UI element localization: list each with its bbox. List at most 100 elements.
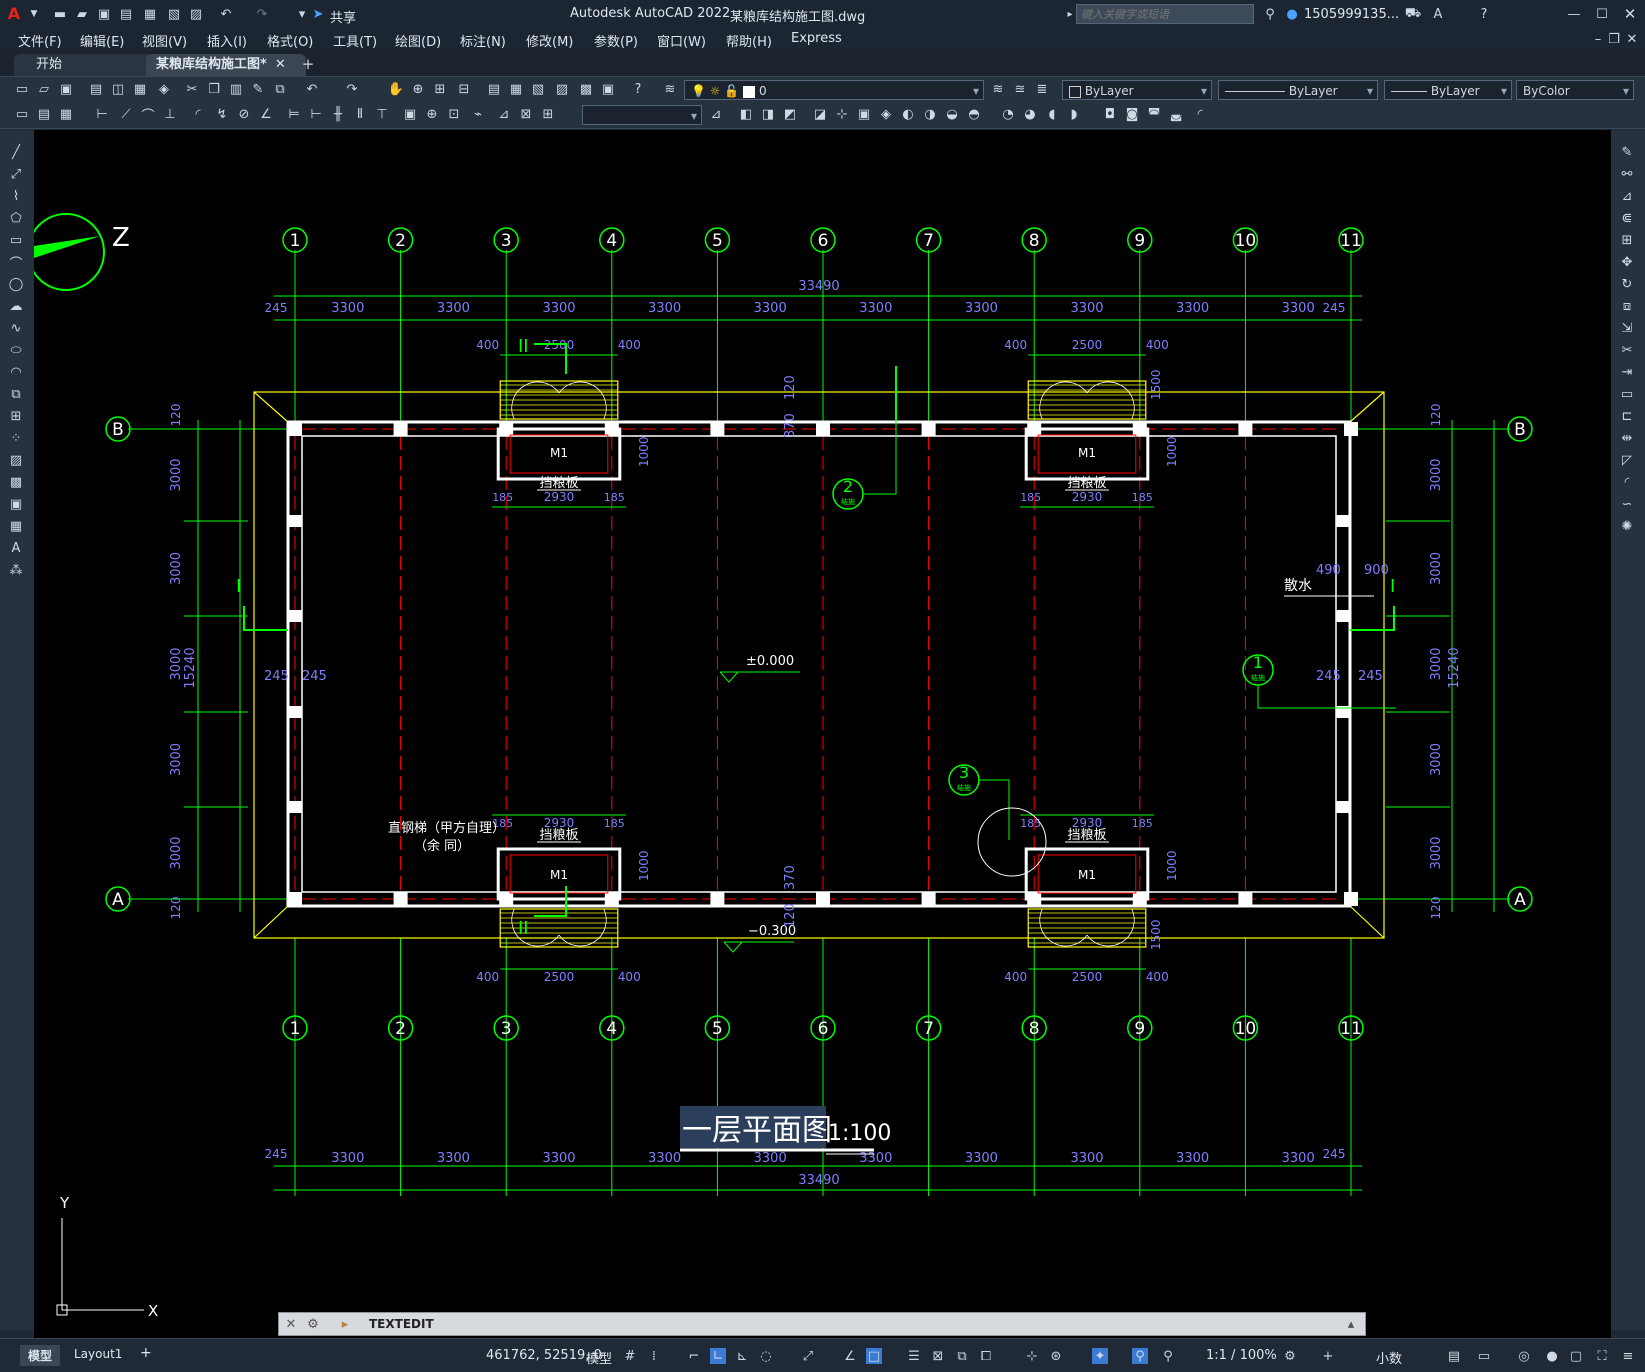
lineweight-toggle-icon[interactable]: ∠ — [842, 1348, 858, 1364]
plotstyle-dropdown[interactable]: ByColor — [1516, 80, 1634, 101]
otrack-icon[interactable]: ⤢ — [800, 1348, 816, 1364]
modify-15-icon[interactable]: ◗ — [1066, 106, 1082, 122]
3d-osnap-icon[interactable]: ⧉ — [954, 1348, 970, 1364]
annotation-scale-value[interactable]: 1:1 / 100% — [1206, 1348, 1277, 1363]
zoom-realtime-icon[interactable]: ⊕ — [410, 81, 426, 97]
trim-icon[interactable]: ✂ — [1619, 342, 1635, 358]
color-dropdown[interactable]: ByLayer — [1062, 80, 1212, 101]
cmd-history-icon[interactable]: ▴ — [1343, 1316, 1359, 1332]
pan-icon[interactable]: ✋ — [388, 81, 404, 97]
properties-icon[interactable]: ▤ — [486, 81, 502, 97]
modify-19-icon[interactable]: ◛ — [1168, 106, 1184, 122]
lock-ui-icon[interactable]: ▭ — [1476, 1348, 1492, 1364]
redo-icon[interactable]: ↷ — [254, 6, 270, 22]
modify-20-icon[interactable]: ◜ — [1192, 106, 1208, 122]
undo-icon[interactable]: ↶ — [218, 6, 234, 22]
layer-dropdown[interactable]: 💡 ☼ 🔓 0 — [684, 80, 984, 101]
quick-properties-icon[interactable]: ▤ — [1446, 1348, 1462, 1364]
dim-update-icon[interactable]: ⊞ — [540, 106, 556, 122]
annomonitor-icon[interactable]: + — [1320, 1348, 1336, 1364]
modify-5-icon[interactable]: ⊹ — [834, 106, 850, 122]
cut-icon[interactable]: ✂ — [184, 81, 200, 97]
hatch-icon[interactable]: ▨ — [8, 452, 24, 468]
connect-icon[interactable]: A — [1430, 6, 1446, 22]
lineweight-dropdown[interactable]: ByLayer — [1384, 80, 1512, 101]
dim-break-icon[interactable]: ⊤ — [374, 106, 390, 122]
mtext-icon[interactable]: A — [8, 540, 24, 556]
matchprop-icon[interactable]: ✎ — [250, 81, 266, 97]
units-value[interactable]: 小数 — [1376, 1348, 1402, 1367]
line-icon[interactable]: ╱ — [8, 144, 24, 160]
copy-icon[interactable]: ❐ — [206, 81, 222, 97]
modify-4-icon[interactable]: ◪ — [812, 106, 828, 122]
radius-dim-icon[interactable]: ◜ — [190, 106, 206, 122]
rotate-icon[interactable]: ↻ — [1619, 276, 1635, 292]
paste-icon[interactable]: ▥ — [228, 81, 244, 97]
menu-insert[interactable]: 插入(I) — [207, 31, 247, 50]
minimize-icon[interactable]: — — [1566, 6, 1582, 22]
app-menu-chevron-icon[interactable]: ▼ — [26, 6, 42, 22]
search-icon[interactable]: ⚲ — [1262, 6, 1278, 22]
ellipse-icon[interactable]: ⬭ — [8, 342, 24, 358]
baseline-dim-icon[interactable]: ⊢ — [308, 106, 324, 122]
maximize-icon[interactable]: ☐ — [1594, 6, 1610, 22]
layer-previous-icon[interactable]: ≊ — [1012, 81, 1028, 97]
transparency-icon[interactable]: ☰ — [906, 1348, 922, 1364]
modify-1-icon[interactable]: ◧ — [738, 106, 754, 122]
share-icon[interactable]: ➤ — [310, 6, 326, 22]
menu-express[interactable]: Express — [791, 31, 842, 46]
chamfer-icon[interactable]: ◸ — [1619, 452, 1635, 468]
explode-icon[interactable]: ✺ — [1619, 518, 1635, 534]
add-selected-icon[interactable]: ⁂ — [8, 562, 24, 578]
dim-edit-icon[interactable]: ⊿ — [496, 106, 512, 122]
help-icon[interactable]: ? — [1476, 6, 1492, 22]
insert-block-icon[interactable]: ⧉ — [8, 386, 24, 402]
tab-close-icon[interactable]: ✕ — [275, 57, 286, 72]
circle-icon[interactable]: ◯ — [8, 276, 24, 292]
copy-obj-icon[interactable]: ⚯ — [1619, 166, 1635, 182]
new-file-icon[interactable]: ▬ — [52, 6, 68, 22]
tab-drawing[interactable]: 某粮库结构施工图* ✕ — [146, 54, 306, 76]
help-tb-icon[interactable]: ? — [630, 81, 646, 97]
command-line[interactable]: ✕ ⚙ ▸ TEXTEDIT ▴ — [278, 1312, 1366, 1336]
3d-print-icon[interactable]: ◈ — [156, 81, 172, 97]
menu-view[interactable]: 视图(V) — [142, 31, 187, 50]
publish-tb-icon[interactable]: ▦ — [132, 81, 148, 97]
modify-8-icon[interactable]: ◐ — [900, 106, 916, 122]
dim-text-edit-icon[interactable]: ⊠ — [518, 106, 534, 122]
print-icon[interactable]: ▨ — [188, 6, 204, 22]
block-editor-icon[interactable]: ⧉ — [272, 81, 288, 97]
modify-14-icon[interactable]: ◖ — [1044, 106, 1060, 122]
menu-file[interactable]: 文件(F) — [18, 31, 62, 50]
blend-icon[interactable]: ∽ — [1619, 496, 1635, 512]
zoom-window-icon[interactable]: ⊞ — [432, 81, 448, 97]
polyline-icon[interactable]: ⌇ — [8, 188, 24, 204]
modify-17-icon[interactable]: ◙ — [1124, 106, 1140, 122]
layer-properties-icon[interactable]: ≋ — [662, 81, 678, 97]
selection-filter-icon[interactable]: ⊹ — [1024, 1348, 1040, 1364]
grid-icon[interactable]: # — [622, 1348, 638, 1364]
model-tab[interactable]: 模型 — [20, 1345, 61, 1366]
print-tb-icon[interactable]: ▤ — [88, 81, 104, 97]
rectangle-icon[interactable]: ▭ — [8, 232, 24, 248]
cmd-settings-icon[interactable]: ⚙ — [305, 1316, 321, 1332]
continue-dim-icon[interactable]: ╫ — [330, 106, 346, 122]
redo-tb-icon[interactable]: ↷ — [344, 81, 360, 97]
gradient-icon[interactable]: ▩ — [8, 474, 24, 490]
make-current-icon[interactable]: ≋ — [990, 81, 1006, 97]
menu-tools[interactable]: 工具(T) — [333, 31, 377, 50]
dim-style-dropdown[interactable] — [582, 105, 702, 126]
user-name[interactable]: 1505999135... — [1304, 7, 1399, 22]
modify-16-icon[interactable]: ◘ — [1102, 106, 1118, 122]
linetype-dropdown[interactable]: ByLayer — [1218, 80, 1378, 101]
stretch-icon[interactable]: ⇲ — [1619, 320, 1635, 336]
workspace-dropdown-icon[interactable]: ▾ — [294, 6, 310, 22]
offset-icon[interactable]: ⋐ — [1619, 210, 1635, 226]
scale-icon[interactable]: ⧈ — [1619, 298, 1635, 314]
join-icon[interactable]: ⇹ — [1619, 430, 1635, 446]
polygon-icon[interactable]: ⬠ — [8, 210, 24, 226]
modify-11-icon[interactable]: ◓ — [966, 106, 982, 122]
region-icon[interactable]: ▣ — [8, 496, 24, 512]
modify-3-icon[interactable]: ◩ — [782, 106, 798, 122]
construction-line-icon[interactable]: ⤢ — [8, 166, 24, 182]
